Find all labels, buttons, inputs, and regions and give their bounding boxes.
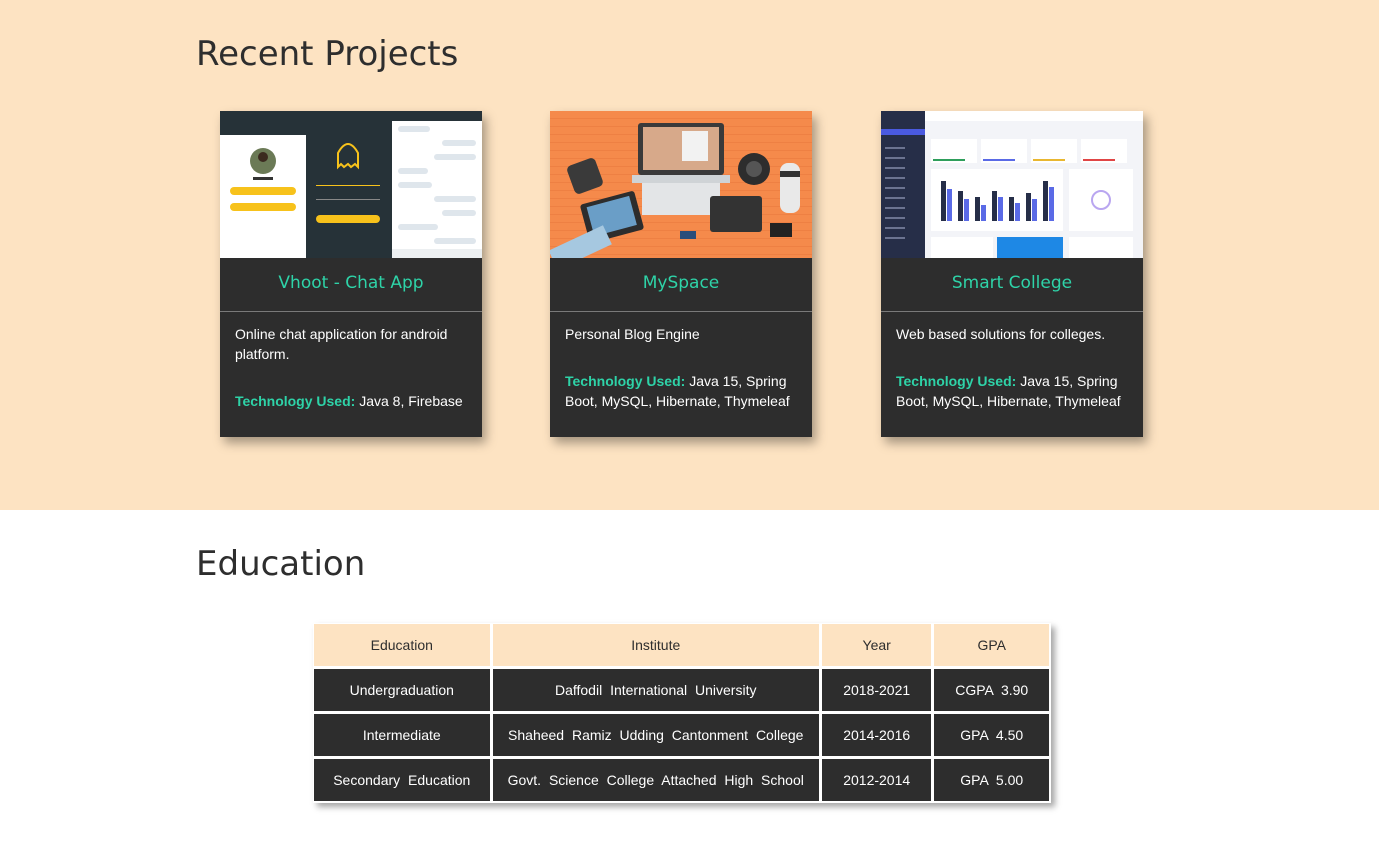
education-table: Education Institute Year GPA Undergradua… [311, 621, 1052, 804]
project-description: Personal Blog Engine [565, 326, 700, 342]
cell-institute: Shaheed Ramiz Udding Cantonment College [492, 714, 819, 756]
project-title[interactable]: MySpace [550, 273, 812, 293]
header-year: Year [821, 624, 932, 666]
table-row: Undergraduation Daffodil International U… [314, 669, 1049, 711]
project-technology: Technology Used: Java 15, Spring Boot, M… [896, 371, 1132, 411]
projects-section: Recent Projects Vhoot - Chat App Online … [0, 0, 1379, 510]
table-header-row: Education Institute Year GPA [314, 624, 1049, 666]
cell-year: 2012-2014 [821, 759, 932, 801]
technology-label: Technology Used: [896, 373, 1017, 389]
technology-value: Java 8, Firebase [359, 393, 463, 409]
technology-label: Technology Used: [565, 373, 686, 389]
project-description: Web based solutions for colleges. [896, 326, 1106, 342]
cell-institute: Daffodil International University [492, 669, 819, 711]
project-card-smart-college[interactable]: Smart College Web based solutions for co… [881, 111, 1143, 437]
table-row: Secondary Education Govt. Science Colleg… [314, 759, 1049, 801]
projects-heading: Recent Projects [196, 34, 459, 74]
header-gpa: GPA [934, 624, 1049, 666]
table-row: Intermediate Shaheed Ramiz Udding Canton… [314, 714, 1049, 756]
project-screenshot-desk-illustration [550, 111, 812, 258]
project-technology: Technology Used: Java 8, Firebase [235, 391, 471, 411]
card-divider [220, 311, 482, 312]
project-title[interactable]: Vhoot - Chat App [220, 273, 482, 293]
cell-year: 2018-2021 [821, 669, 932, 711]
education-table-container: Education Institute Year GPA Undergradua… [313, 623, 1051, 803]
cell-gpa: GPA 5.00 [934, 759, 1049, 801]
cell-gpa: CGPA 3.90 [934, 669, 1049, 711]
cell-education: Undergraduation [314, 669, 490, 711]
project-technology: Technology Used: Java 15, Spring Boot, M… [565, 371, 801, 411]
project-screenshot-chat-app [220, 111, 482, 258]
header-institute: Institute [492, 624, 819, 666]
project-description: Online chat application for android plat… [235, 326, 448, 362]
cell-education: Intermediate [314, 714, 490, 756]
header-education: Education [314, 624, 490, 666]
card-divider [550, 311, 812, 312]
project-card-vhoot[interactable]: Vhoot - Chat App Online chat application… [220, 111, 482, 437]
project-screenshot-dashboard [881, 111, 1143, 258]
project-title[interactable]: Smart College [881, 273, 1143, 293]
education-heading: Education [196, 544, 366, 584]
card-divider [881, 311, 1143, 312]
project-card-myspace[interactable]: MySpace Personal Blog Engine Technology … [550, 111, 812, 437]
cell-institute: Govt. Science College Attached High Scho… [492, 759, 819, 801]
cell-gpa: GPA 4.50 [934, 714, 1049, 756]
technology-label: Technology Used: [235, 393, 356, 409]
cell-year: 2014-2016 [821, 714, 932, 756]
cell-education: Secondary Education [314, 759, 490, 801]
